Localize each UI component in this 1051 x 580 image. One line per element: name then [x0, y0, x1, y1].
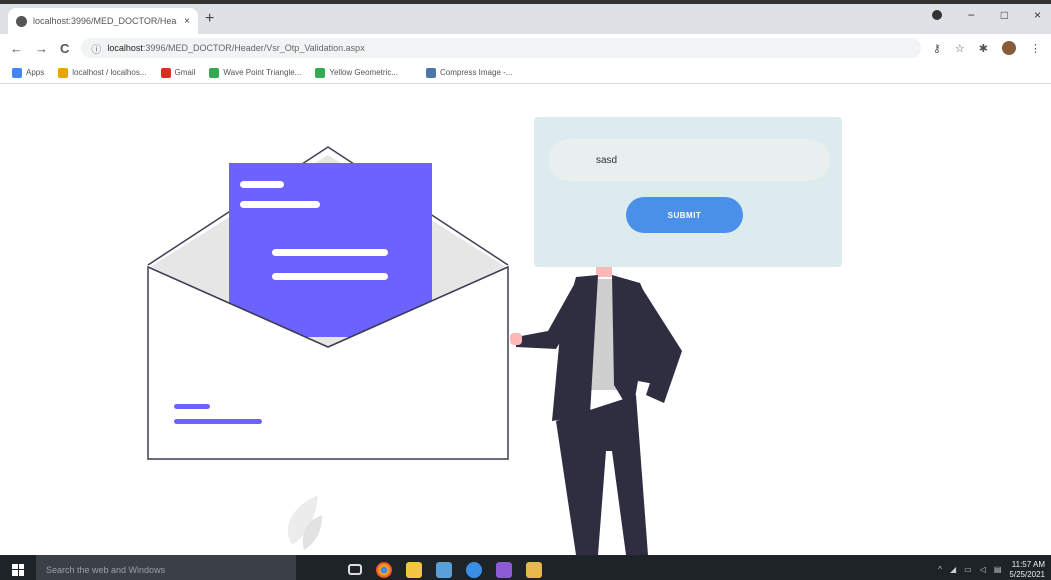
avatar[interactable] — [1002, 41, 1016, 55]
chevron-up-icon[interactable]: ^ — [938, 565, 942, 574]
browser-tab[interactable]: localhost:3996/MED_DOCTOR/Hea × — [8, 8, 198, 34]
bookmark-apps[interactable]: Apps — [12, 67, 44, 78]
close-window-button[interactable]: × — [1034, 8, 1041, 22]
browser-profile-icon[interactable] — [931, 10, 942, 20]
otp-input[interactable] — [548, 139, 830, 181]
apps-grid-icon — [12, 67, 22, 78]
tab-title: localhost:3996/MED_DOCTOR/Hea — [33, 16, 177, 26]
battery-icon[interactable]: ▭ — [964, 565, 972, 574]
letter-line — [272, 273, 388, 280]
extensions-icon[interactable]: ✱ — [979, 42, 988, 55]
maximize-button[interactable]: □ — [1001, 8, 1008, 22]
close-tab-icon[interactable]: × — [184, 16, 190, 27]
letter-line — [272, 249, 388, 256]
compress-icon — [425, 67, 436, 78]
bookmark-wave-point[interactable]: Wave Point Triangle... — [209, 67, 301, 78]
envelope-line — [174, 404, 210, 409]
snipping-tool-icon[interactable] — [526, 561, 542, 578]
store-icon[interactable] — [436, 561, 452, 578]
address-bar[interactable]: ⓘ localhost :3996/MED_DOCTOR/Header/Vsr_… — [81, 38, 921, 58]
otp-illustration — [147, 146, 682, 555]
forward-button[interactable]: → — [35, 41, 48, 56]
toolbar-actions: ⚷ ☆ ✱ ⋮ — [933, 41, 1041, 55]
submit-button[interactable]: SUBMIT — [626, 197, 743, 233]
info-icon[interactable]: ⓘ — [91, 41, 101, 56]
clock-date: 5/25/2021 — [1009, 569, 1045, 579]
new-tab-button[interactable]: + — [205, 10, 214, 28]
phpmyadmin-icon — [58, 67, 69, 78]
system-tray: ^ ◢ ▭ ◁ ▤ 11:57 AM 5/25/2021 — [938, 560, 1051, 580]
clock[interactable]: 11:57 AM 5/25/2021 — [1009, 560, 1045, 580]
windows-taskbar: Search the web and Windows ^ ◢ ▭ ◁ ▤ 11:… — [0, 555, 1051, 580]
back-button[interactable]: ← — [10, 41, 23, 56]
gmail-icon — [160, 67, 171, 78]
image-icon — [209, 67, 220, 78]
menu-icon[interactable]: ⋮ — [1030, 42, 1041, 55]
bookmark-yellow-geometric[interactable]: Yellow Geometric... — [315, 67, 398, 78]
otp-form-card: SUBMIT — [534, 117, 842, 267]
file-explorer-icon[interactable] — [406, 561, 422, 578]
chrome-icon[interactable] — [376, 561, 392, 578]
bookmark-gmail[interactable]: Gmail — [160, 67, 195, 78]
visual-studio-icon[interactable] — [496, 561, 512, 578]
person-legs — [556, 395, 648, 555]
url-host: localhost — [107, 43, 143, 53]
page-content: SUBMIT — [0, 85, 1051, 555]
start-button[interactable] — [0, 555, 36, 580]
taskbar-search[interactable]: Search the web and Windows — [36, 555, 296, 580]
window-controls: − □ × — [931, 8, 1041, 22]
url-path: :3996/MED_DOCTOR/Header/Vsr_Otp_Validati… — [142, 43, 365, 53]
reload-button[interactable]: C — [60, 41, 69, 56]
taskbar-apps — [348, 561, 542, 578]
envelope-line — [174, 419, 262, 424]
bookmark-localhost[interactable]: localhost / localhos... — [58, 67, 147, 78]
globe-icon — [16, 15, 27, 27]
star-icon[interactable]: ☆ — [955, 42, 965, 55]
bookmarks-bar: Apps localhost / localhos... Gmail Wave … — [0, 62, 1051, 84]
browser-tab-strip: localhost:3996/MED_DOCTOR/Hea × + − □ × — [0, 4, 1051, 34]
browser-toolbar: ← → C ⓘ localhost :3996/MED_DOCTOR/Heade… — [0, 34, 1051, 62]
letter-line — [240, 201, 320, 208]
person-figure — [510, 263, 682, 555]
windows-logo-icon — [12, 563, 24, 576]
screen: localhost:3996/MED_DOCTOR/Hea × + − □ × … — [0, 0, 1051, 580]
network-icon[interactable]: ◢ — [950, 565, 956, 574]
app-icon[interactable] — [466, 561, 482, 578]
image-icon — [315, 67, 326, 78]
clock-time: 11:57 AM — [1011, 559, 1045, 569]
minimize-button[interactable]: − — [968, 8, 975, 22]
key-icon[interactable]: ⚷ — [933, 42, 941, 55]
task-view-icon[interactable] — [348, 564, 362, 575]
bookmark-compress-image[interactable]: Compress Image -... — [425, 67, 512, 78]
volume-icon[interactable]: ◁ — [980, 565, 986, 574]
person-hand — [510, 333, 522, 345]
letter-line — [240, 181, 284, 188]
notifications-icon[interactable]: ▤ — [994, 565, 1002, 574]
